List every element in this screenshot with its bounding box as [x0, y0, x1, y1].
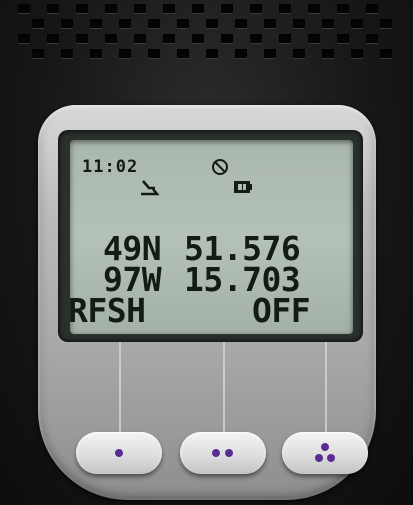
grille-hole: [264, 19, 276, 28]
grille-hole: [163, 4, 175, 13]
grille-hole: [119, 19, 131, 28]
grille-hole: [61, 49, 73, 58]
grille-hole: [90, 49, 102, 58]
grille-hole: [322, 49, 334, 58]
grille-hole: [148, 19, 160, 28]
grille-hole: [322, 19, 334, 28]
grille-hole: [351, 49, 363, 58]
grille-hole: [47, 4, 59, 13]
battery-icon: [234, 181, 252, 193]
grille-hole: [293, 19, 305, 28]
grille-hole: [337, 4, 349, 13]
signal-icon: [141, 180, 160, 196]
grille-hole: [32, 49, 44, 58]
grille-hole: [134, 4, 146, 13]
grille-hole: [250, 34, 262, 43]
grille-hole: [163, 34, 175, 43]
grille-hole: [293, 49, 305, 58]
clock-time: 11:02: [82, 157, 139, 177]
grille-hole: [235, 19, 247, 28]
grille-hole: [279, 4, 291, 13]
grille-hole: [337, 34, 349, 43]
grille-hole: [105, 4, 117, 13]
grille-hole: [61, 19, 73, 28]
grille-hole: [366, 4, 378, 13]
grille-hole: [380, 19, 392, 28]
grille-hole: [221, 4, 233, 13]
grille-hole: [264, 49, 276, 58]
grille-hole: [105, 34, 117, 43]
grille-hole: [192, 4, 204, 13]
soft-key-1-leader: [119, 342, 121, 434]
grille-hole: [308, 34, 320, 43]
grille-hole: [351, 19, 363, 28]
key-dot: [321, 443, 329, 451]
grille-hole: [76, 34, 88, 43]
grille-hole: [177, 19, 189, 28]
soft-key-3[interactable]: [282, 432, 368, 474]
soft-key-2-leader: [223, 342, 225, 434]
key-dot: [327, 454, 335, 462]
satellite-icon: [212, 159, 228, 175]
speaker-grille: [18, 2, 398, 62]
grille-hole: [308, 4, 320, 13]
soft-key-2[interactable]: [180, 432, 266, 474]
grille-hole: [235, 49, 247, 58]
key-dot: [212, 449, 220, 457]
refresh-value: OFF: [252, 291, 311, 330]
soft-key-3-leader: [325, 342, 327, 434]
key-dot: [115, 449, 123, 457]
key-dot: [315, 454, 323, 462]
grille-hole: [206, 49, 218, 58]
refresh-label: RFSH: [68, 291, 146, 330]
grille-hole: [90, 19, 102, 28]
grille-hole: [177, 49, 189, 58]
grille-hole: [32, 19, 44, 28]
grille-hole: [366, 34, 378, 43]
grille-hole: [134, 34, 146, 43]
soft-key-1[interactable]: [76, 432, 162, 474]
grille-hole: [279, 34, 291, 43]
grille-hole: [206, 19, 218, 28]
grille-hole: [47, 34, 59, 43]
grille-hole: [76, 4, 88, 13]
grille-hole: [119, 49, 131, 58]
grille-hole: [18, 4, 30, 13]
key-dot: [225, 449, 233, 457]
grille-hole: [18, 34, 30, 43]
grille-hole: [250, 4, 262, 13]
grille-hole: [221, 34, 233, 43]
grille-hole: [148, 49, 160, 58]
grille-hole: [380, 49, 392, 58]
grille-hole: [192, 34, 204, 43]
